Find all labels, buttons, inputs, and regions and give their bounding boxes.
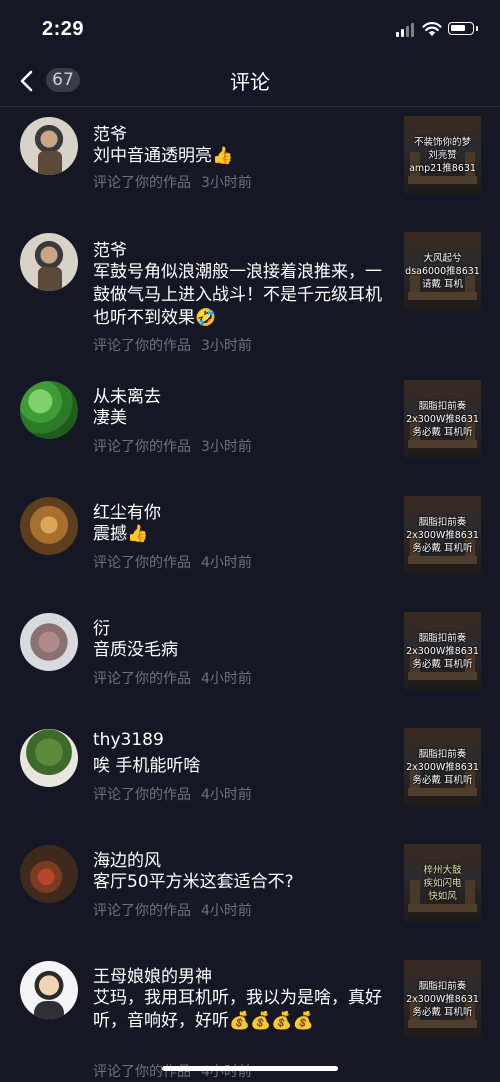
comment-action: 评论了你的作品 xyxy=(93,903,191,919)
user-avatar[interactable] xyxy=(20,845,78,903)
video-thumbnail[interactable]: 大风起兮 dsa6000推8631 请戴 耳机 xyxy=(404,232,481,310)
status-time: 2:29 xyxy=(42,18,85,40)
comment-text: 刘中音通透明亮👍 xyxy=(93,146,234,166)
video-thumbnail[interactable]: 梓州大鼓 疾如闪电 快如风 xyxy=(404,844,481,922)
comment-time: 4小时前 xyxy=(201,555,252,571)
video-thumbnail[interactable]: 胭脂扣前奏 2x300W推8631 务必戴 耳机听 xyxy=(404,728,481,806)
thumbnail-caption: 不装饰你的梦 刘亮赞 amp21推8631 xyxy=(409,137,476,174)
user-avatar[interactable] xyxy=(20,497,78,555)
thumbnail-caption: 大风起兮 dsa6000推8631 请戴 耳机 xyxy=(405,253,480,290)
thumbnail-caption: 胭脂扣前奏 2x300W推8631 务必戴 耳机听 xyxy=(406,981,479,1018)
user-avatar[interactable] xyxy=(20,233,78,291)
comment-meta: 评论了你的作品 4小时前 xyxy=(93,784,252,804)
user-avatar[interactable] xyxy=(20,381,78,439)
user-name[interactable]: 范爷 xyxy=(93,236,127,261)
comment-action: 评论了你的作品 xyxy=(93,671,191,687)
home-indicator[interactable] xyxy=(162,1066,338,1071)
cellular-signal-icon xyxy=(396,23,416,37)
battery-icon xyxy=(448,22,478,35)
comment-text: 军鼓号角似浪潮般一浪接着浪推来，一鼓做气马上进入战斗！不是千元级耳机也听不到效果… xyxy=(93,262,382,328)
comment-action: 评论了你的作品 xyxy=(93,439,191,455)
video-thumbnail[interactable]: 胭脂扣前奏 2x300W推8631 务必戴 耳机听 xyxy=(404,380,481,458)
comment-time: 4小时前 xyxy=(201,903,252,919)
comment-time: 4小时前 xyxy=(201,671,252,687)
user-name[interactable]: 王母娘娘的男神 xyxy=(93,962,212,987)
video-thumbnail[interactable]: 胭脂扣前奏 2x300W推8631 务必戴 耳机听 xyxy=(404,496,481,574)
thumbnail-caption: 梓州大鼓 疾如闪电 快如风 xyxy=(423,865,462,902)
user-avatar[interactable] xyxy=(20,961,78,1019)
comment-action: 评论了你的作品 xyxy=(93,338,191,354)
comment-meta: 评论了你的作品 4小时前 xyxy=(93,1061,252,1081)
comment-meta: 评论了你的作品 3小时前 xyxy=(93,335,252,355)
thumbnail-caption: 胭脂扣前奏 2x300W推8631 务必戴 耳机听 xyxy=(406,401,479,438)
comment-text: 唉 手机能听啥 xyxy=(93,756,201,776)
video-thumbnail[interactable]: 不装饰你的梦 刘亮赞 amp21推8631 xyxy=(404,116,481,194)
back-arrow-icon[interactable] xyxy=(14,68,40,94)
user-avatar[interactable] xyxy=(20,729,78,787)
thumbnail-caption: 胭脂扣前奏 2x300W推8631 务必戴 耳机听 xyxy=(406,517,479,554)
user-name[interactable]: 从未离去 xyxy=(93,382,161,407)
comment-meta: 评论了你的作品 4小时前 xyxy=(93,668,252,688)
video-thumbnail[interactable]: 胭脂扣前奏 2x300W推8631 务必戴 耳机听 xyxy=(404,612,481,690)
comment-text: 艾玛，我用耳机听，我以为是啥，真好听，音响好，好听💰💰💰💰 xyxy=(93,988,382,1031)
user-avatar[interactable] xyxy=(20,613,78,671)
status-bar: 2:29 xyxy=(0,0,500,60)
comment-meta: 评论了你的作品 3小时前 xyxy=(93,436,252,456)
comment-time: 3小时前 xyxy=(201,439,252,455)
comment-time: 3小时前 xyxy=(201,175,252,191)
wifi-icon xyxy=(422,22,442,36)
comment-text: 震撼👍 xyxy=(93,524,149,544)
thumbnail-caption: 胭脂扣前奏 2x300W推8631 务必戴 耳机听 xyxy=(406,749,479,786)
comment-action: 评论了你的作品 xyxy=(93,555,191,571)
comment-meta: 评论了你的作品 4小时前 xyxy=(93,900,252,920)
user-name[interactable]: 范爷 xyxy=(93,120,127,145)
comment-text: 客厅50平方米这套适合不? xyxy=(93,872,294,892)
video-thumbnail[interactable]: 胭脂扣前奏 2x300W推8631 务必戴 耳机听 xyxy=(404,960,481,1038)
user-name[interactable]: 衍 xyxy=(93,614,110,639)
comment-text: 音质没毛病 xyxy=(93,640,178,660)
user-name[interactable]: thy3189 xyxy=(93,730,164,750)
user-name[interactable]: 海边的风 xyxy=(93,846,161,871)
comment-meta: 评论了你的作品 4小时前 xyxy=(93,552,252,572)
comment-text: 凄美 xyxy=(93,408,127,428)
comment-time: 3小时前 xyxy=(201,338,252,354)
nav-bar: 评论 67 xyxy=(0,56,500,107)
thumbnail-caption: 胭脂扣前奏 2x300W推8631 务必戴 耳机听 xyxy=(406,633,479,670)
user-avatar[interactable] xyxy=(20,117,78,175)
user-name[interactable]: 红尘有你 xyxy=(93,498,161,523)
comment-time: 4小时前 xyxy=(201,787,252,803)
comment-meta: 评论了你的作品 3小时前 xyxy=(93,172,252,192)
unread-count-badge[interactable]: 67 xyxy=(46,68,80,92)
comment-action: 评论了你的作品 xyxy=(93,175,191,191)
comment-action: 评论了你的作品 xyxy=(93,787,191,803)
